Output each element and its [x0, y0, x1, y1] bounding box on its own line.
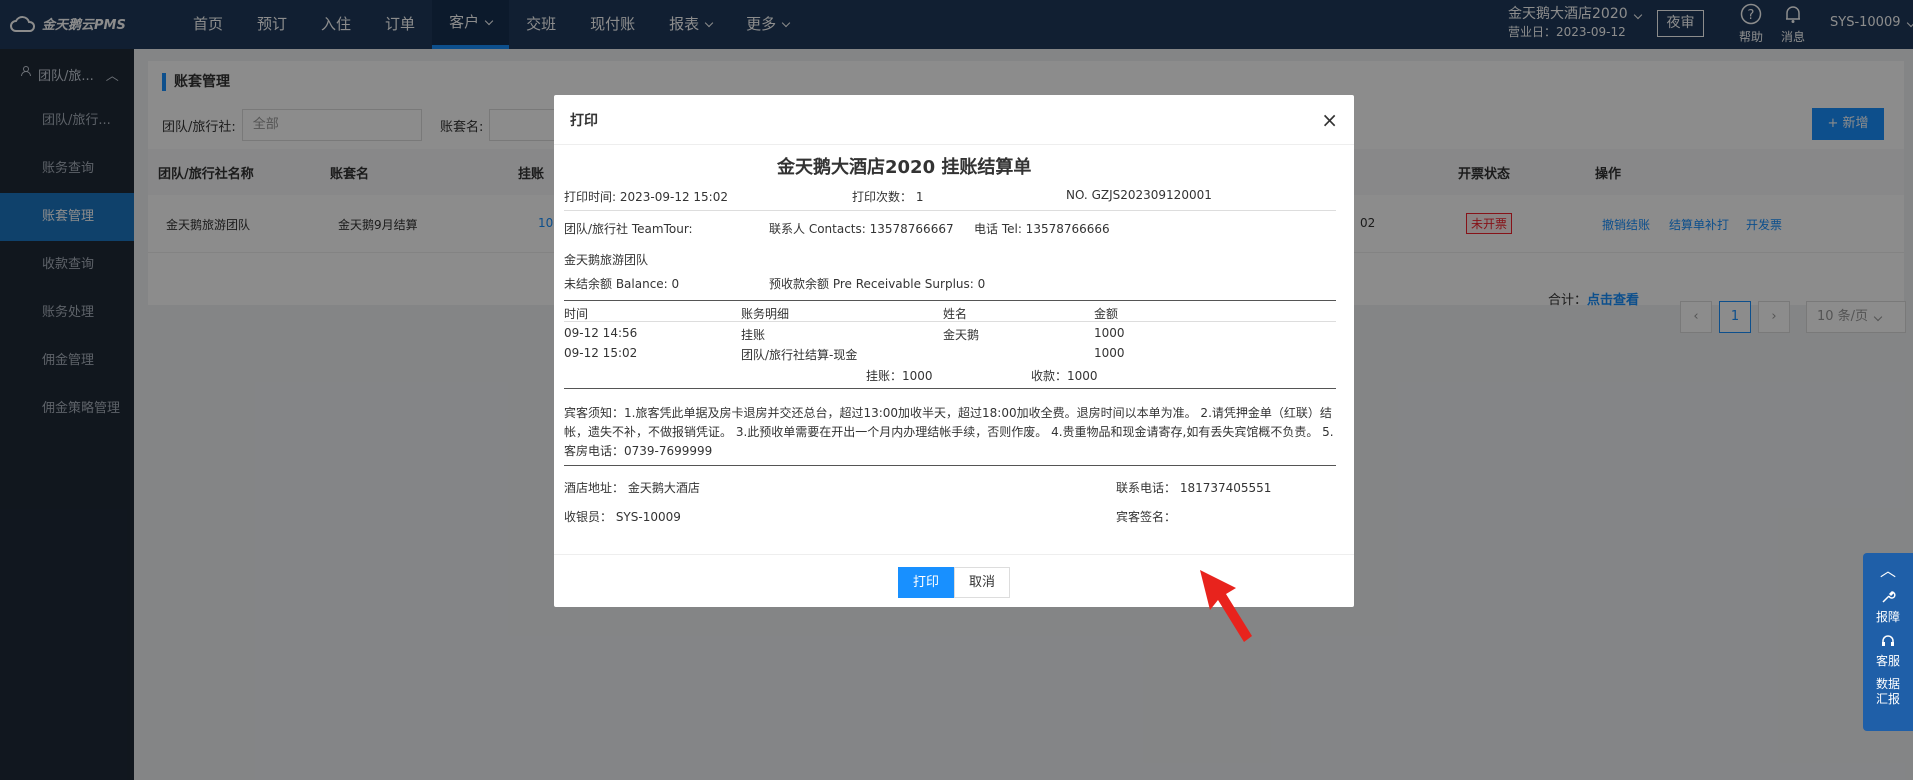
print-dialog: 打印 × 金天鹅大酒店2020 挂账结算单 打印时间: 2023-09-12 1…: [554, 95, 1354, 607]
row-time: 09-12 15:02: [564, 346, 638, 360]
report-issue-label: 报障: [1875, 610, 1900, 624]
floating-toolbar: ︿ 报障 客服 数据汇报: [1863, 553, 1913, 731]
bill-heading: 金天鹅大酒店2020 挂账结算单: [777, 157, 1032, 178]
divider: [564, 321, 1336, 322]
col-money: 金额: [1094, 307, 1119, 321]
team-label: 团队/旅行社 TeamTour:: [564, 222, 693, 236]
telephone: 电话 Tel: 13578766666: [974, 222, 1110, 236]
close-icon[interactable]: ×: [1321, 108, 1338, 132]
row-amount: 1000: [1094, 326, 1125, 340]
cancel-button[interactable]: 取消: [954, 567, 1010, 598]
divider: [564, 300, 1336, 301]
contact-phone: 联系电话： 181737405551: [1116, 481, 1272, 495]
col-guest: 姓名: [943, 307, 968, 321]
report-issue-button[interactable]: 报障: [1863, 585, 1913, 629]
customer-service-button[interactable]: 客服: [1863, 629, 1913, 673]
team-name: 金天鹅旅游团队: [564, 253, 649, 267]
dialog-header: 打印 ×: [554, 95, 1354, 145]
bill-number: NO. GZJS202309120001: [1066, 188, 1212, 202]
wrench-icon: [1882, 591, 1896, 603]
contact: 联系人 Contacts: 13578766667: [769, 222, 954, 236]
row-amount: 1000: [1094, 346, 1125, 360]
row-time: 09-12 14:56: [564, 326, 638, 340]
guest-signature: 宾客签名：: [1116, 510, 1177, 524]
cashier: 收银员： SYS-10009: [564, 510, 681, 524]
headset-icon: [1882, 635, 1894, 646]
sum-credit: 挂账：1000: [866, 369, 933, 383]
print-count: 打印次数： 1: [852, 190, 924, 204]
red-arrow-icon: [1200, 570, 1252, 642]
divider: [564, 465, 1336, 466]
row-detail: 团队/旅行社结算-现金: [741, 348, 858, 362]
divider: [564, 210, 1336, 211]
data-report-label: 数据汇报: [1875, 677, 1900, 706]
row-guest: 金天鹅: [943, 328, 980, 342]
data-report-button[interactable]: 数据汇报: [1874, 673, 1902, 711]
sum-received: 收款：1000: [1031, 369, 1098, 383]
balance: 未结余额 Balance: 0: [564, 277, 680, 291]
col-time: 时间: [564, 307, 589, 321]
guest-notice: 宾客须知：1.旅客凭此单据及房卡退房并交还总台，超过13:00加收半天，超过18…: [564, 406, 1334, 458]
hotel-address: 酒店地址： 金天鹅大酒店: [564, 481, 700, 495]
pre-receivable: 预收款余额 Pre Receivable Surplus: 0: [769, 277, 986, 291]
print-button[interactable]: 打印: [898, 567, 954, 598]
dialog-title: 打印: [570, 112, 598, 129]
customer-service-label: 客服: [1875, 654, 1900, 668]
col-detail: 账务明细: [741, 307, 790, 321]
scroll-top-icon[interactable]: ︿: [1863, 553, 1913, 585]
row-detail: 挂账: [741, 328, 766, 342]
divider: [564, 388, 1336, 389]
print-time: 打印时间: 2023-09-12 15:02: [564, 190, 728, 204]
